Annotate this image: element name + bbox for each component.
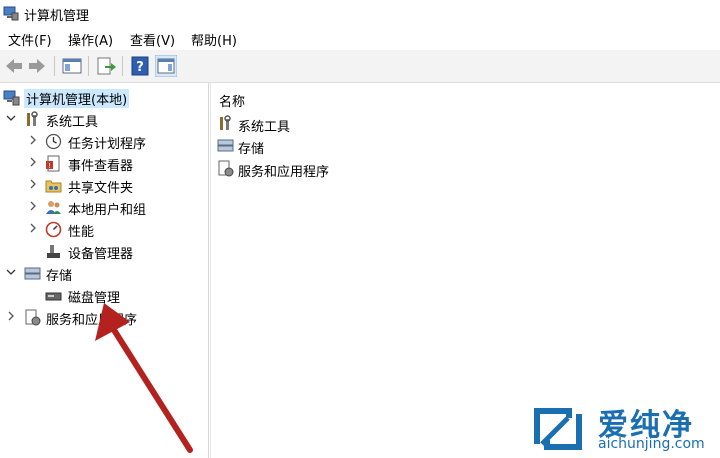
services-icon xyxy=(25,309,41,326)
list-item[interactable]: 服务和应用程序 xyxy=(217,158,517,180)
tree-item-computer-management-local[interactable]: 计算机管理(本地) xyxy=(0,86,206,108)
tree-item-label: 系统工具 xyxy=(46,115,99,130)
toolbar: ? xyxy=(0,50,720,83)
tree-item-shared-folders[interactable]: 共享文件夹 xyxy=(0,174,206,196)
watermark-logo-icon xyxy=(534,408,582,450)
clock-icon xyxy=(45,133,62,150)
computer-management-icon xyxy=(3,6,19,21)
tree-item-performance[interactable]: 性能 xyxy=(0,218,206,240)
chevron-right-icon[interactable] xyxy=(28,223,38,233)
list-item[interactable]: 系统工具 xyxy=(217,113,517,135)
disk-drive-icon xyxy=(45,292,62,301)
tree-item-label: 本地用户和组 xyxy=(68,203,147,218)
system-tools-icon xyxy=(220,115,231,130)
svg-text:?: ? xyxy=(136,60,144,75)
column-header-name[interactable]: 名称 xyxy=(219,91,245,110)
export-list-icon[interactable] xyxy=(95,55,117,77)
list-item-label: 服务和应用程序 xyxy=(238,165,330,180)
menu-action[interactable]: 操作(A) xyxy=(68,30,113,49)
menu-file[interactable]: 文件(F) xyxy=(8,30,52,49)
toolbar-separator xyxy=(54,56,55,76)
tree-item-label: 共享文件夹 xyxy=(68,181,134,196)
menu-bar: 文件(F) 操作(A) 查看(V) 帮助(H) xyxy=(0,26,720,50)
window-title: 计算机管理 xyxy=(24,9,90,24)
tree-item-label: 任务计划程序 xyxy=(68,137,147,152)
tree-item-label: 性能 xyxy=(68,225,95,240)
menu-view[interactable]: 查看(V) xyxy=(130,30,175,49)
tree-item-label: 事件查看器 xyxy=(68,159,134,174)
list-item-label: 系统工具 xyxy=(238,120,291,135)
chevron-right-icon[interactable] xyxy=(28,179,38,189)
chevron-right-icon[interactable] xyxy=(28,201,38,211)
watermark-url: aichunjing.com xyxy=(598,436,705,452)
users-icon xyxy=(46,201,61,214)
list-item[interactable]: 存储 xyxy=(217,135,517,157)
console-tree: 计算机管理(本地) 系统工具 任务计划程序 ! 事件查看器 共享文件夹 本地用户… xyxy=(0,83,209,458)
chevron-right-icon[interactable] xyxy=(28,157,38,167)
services-icon xyxy=(218,160,234,177)
forward-arrow-icon[interactable] xyxy=(26,55,48,77)
tree-item-event-viewer[interactable]: ! 事件查看器 xyxy=(0,152,206,174)
chevron-down-icon[interactable] xyxy=(6,113,16,123)
storage-icon xyxy=(24,267,41,280)
system-tools-icon xyxy=(27,111,38,126)
storage-icon xyxy=(217,139,234,152)
toolbar-separator xyxy=(122,56,123,76)
tree-item-storage[interactable]: 存储 xyxy=(0,262,206,284)
watermark-logo: 爱纯净 aichunjing.com xyxy=(528,402,718,458)
shared-folder-icon xyxy=(45,180,62,193)
tree-item-label: 磁盘管理 xyxy=(68,291,121,306)
chevron-right-icon[interactable] xyxy=(6,311,16,321)
tree-item-label: 计算机管理(本地) xyxy=(24,89,130,108)
event-log-icon: ! xyxy=(46,155,60,172)
show-hide-console-tree-icon[interactable] xyxy=(61,55,83,77)
tree-item-task-scheduler[interactable]: 任务计划程序 xyxy=(0,130,206,152)
tree-item-label: 存储 xyxy=(46,269,73,284)
performance-icon xyxy=(45,221,62,238)
title-bar: 计算机管理 xyxy=(0,0,720,26)
svg-text:!: ! xyxy=(48,162,51,170)
help-icon[interactable]: ? xyxy=(129,55,151,77)
tree-item-label: 服务和应用程序 xyxy=(46,313,138,328)
chevron-down-icon[interactable] xyxy=(6,267,16,277)
show-action-pane-icon[interactable] xyxy=(155,55,177,77)
tree-item-device-manager[interactable]: 设备管理器 xyxy=(0,240,206,262)
tree-item-services-applications[interactable]: 服务和应用程序 xyxy=(0,306,206,328)
tree-item-local-users-groups[interactable]: 本地用户和组 xyxy=(0,196,206,218)
device-manager-icon xyxy=(47,245,60,258)
menu-help[interactable]: 帮助(H) xyxy=(191,30,237,49)
tree-item-label: 设备管理器 xyxy=(68,247,134,262)
list-item-label: 存储 xyxy=(238,142,265,157)
toolbar-separator xyxy=(88,56,89,76)
computer-management-icon xyxy=(3,90,20,106)
back-arrow-icon[interactable] xyxy=(3,55,25,77)
tree-item-system-tools[interactable]: 系统工具 xyxy=(0,108,206,130)
chevron-right-icon[interactable] xyxy=(28,135,38,145)
tree-item-disk-management[interactable]: 磁盘管理 xyxy=(0,284,206,306)
